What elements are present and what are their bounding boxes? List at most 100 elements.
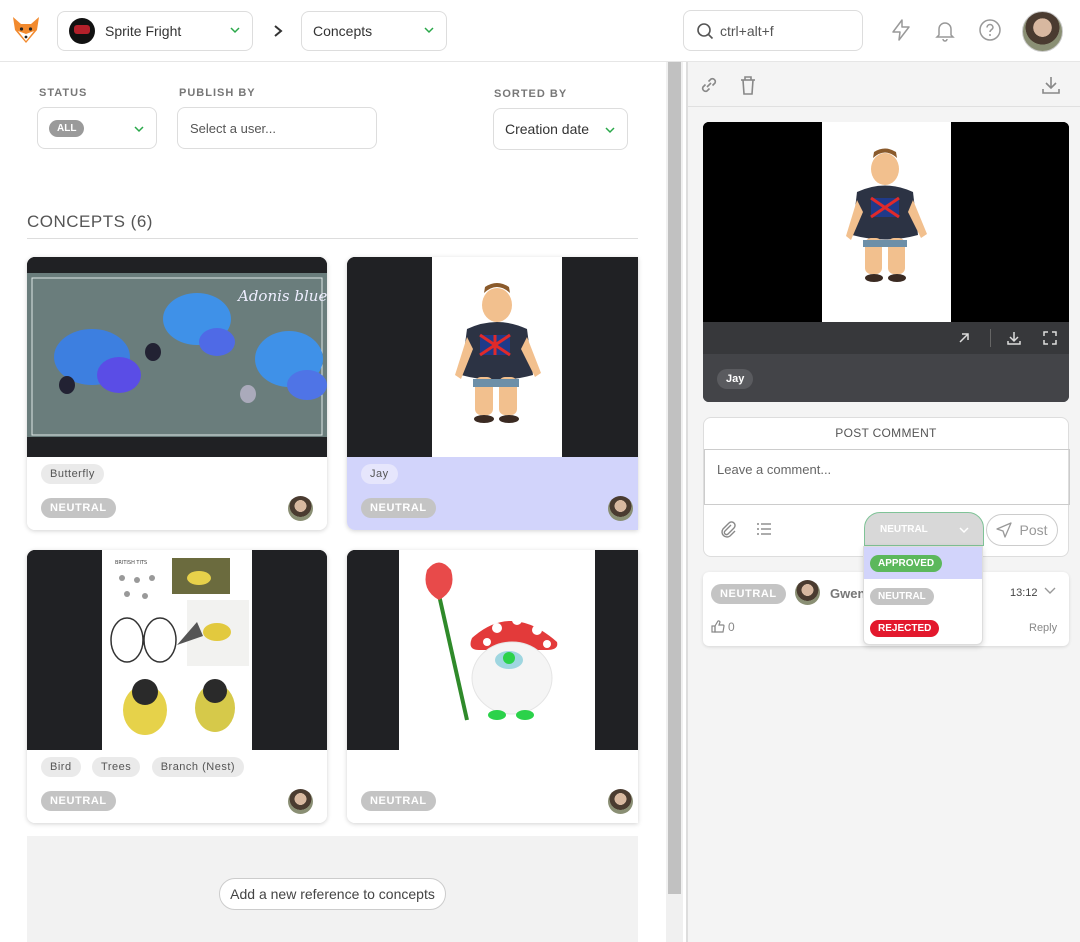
add-reference-area: Add a new reference to concepts bbox=[27, 836, 638, 942]
chevron-right-icon bbox=[274, 25, 283, 37]
status-option-rejected[interactable]: REJECTED bbox=[864, 612, 982, 644]
add-reference-button[interactable]: Add a new reference to concepts bbox=[219, 878, 446, 910]
concepts-section-title: CONCEPTS (6) bbox=[27, 212, 153, 231]
comment-status-select[interactable]: NEUTRAL bbox=[864, 512, 984, 546]
detail-toolbar bbox=[688, 62, 1080, 107]
comment-textarea[interactable]: Leave a comment... bbox=[704, 449, 1070, 505]
tag-chip[interactable]: Butterfly bbox=[41, 464, 104, 484]
thumb-caption: Adonis blue bbox=[236, 287, 327, 305]
like-button[interactable]: 0 bbox=[711, 620, 735, 634]
status-option-neutral[interactable]: NEUTRAL bbox=[864, 580, 982, 612]
sorted-by-select[interactable]: Creation date bbox=[493, 108, 628, 150]
status-filter-select[interactable]: ALL bbox=[37, 107, 157, 149]
card-footer: Jay NEUTRAL bbox=[347, 457, 638, 530]
tag-chip[interactable]: Trees bbox=[92, 757, 141, 777]
comment-author-avatar bbox=[795, 580, 820, 605]
production-select[interactable]: Sprite Fright bbox=[57, 11, 253, 51]
concept-card-bird[interactable]: BRITISH TITS Bird Trees Branch (Nest) NE… bbox=[27, 550, 327, 823]
comment-author: Gwen bbox=[830, 586, 866, 601]
attachment-icon[interactable] bbox=[719, 520, 737, 538]
trash-icon[interactable] bbox=[737, 74, 759, 96]
card-footer: Bird Trees Branch (Nest) NEUTRAL bbox=[27, 750, 327, 823]
tag-chip[interactable]: Branch (Nest) bbox=[151, 757, 245, 777]
section-select[interactable]: Concepts bbox=[301, 11, 447, 51]
card-footer: Butterfly NEUTRAL bbox=[27, 457, 327, 530]
concept-card-butterfly[interactable]: Adonis blue Butterfly NEUTRAL bbox=[27, 257, 327, 530]
post-comment-button[interactable]: Post bbox=[986, 514, 1058, 546]
tag-chip[interactable]: Bird bbox=[41, 757, 81, 777]
chevron-down-icon bbox=[605, 127, 615, 134]
butterfly-sketch-image: Adonis blue bbox=[27, 257, 327, 457]
search-icon bbox=[697, 22, 714, 39]
concepts-scrollbar[interactable] bbox=[666, 62, 683, 942]
user-avatar[interactable] bbox=[1022, 11, 1063, 52]
section-divider bbox=[27, 238, 638, 239]
status-filter-value: ALL bbox=[49, 119, 85, 137]
publish-by-placeholder: Select a user... bbox=[190, 120, 276, 136]
sorted-by-value: Creation date bbox=[505, 121, 590, 137]
chevron-down-icon[interactable] bbox=[1044, 584, 1056, 596]
comment-placeholder: Leave a comment... bbox=[717, 462, 832, 477]
status-badge: NEUTRAL bbox=[361, 498, 436, 518]
download-icon[interactable] bbox=[1040, 74, 1062, 96]
scrollbar-thumb[interactable] bbox=[668, 62, 681, 894]
help-icon[interactable] bbox=[978, 18, 1002, 42]
post-comment-box: POST COMMENT Leave a comment... NEUTRAL … bbox=[703, 417, 1070, 557]
fullscreen-icon[interactable] bbox=[1042, 330, 1058, 346]
search-placeholder: ctrl+alt+f bbox=[720, 22, 774, 39]
section-name: Concepts bbox=[313, 23, 373, 39]
like-count: 0 bbox=[728, 620, 735, 634]
search-input[interactable]: ctrl+alt+f bbox=[683, 10, 863, 51]
control-divider bbox=[990, 329, 991, 347]
kitsu-fox-logo-icon[interactable] bbox=[10, 14, 42, 46]
status-badge: NEUTRAL bbox=[41, 791, 116, 811]
production-name: Sprite Fright bbox=[105, 23, 182, 39]
checklist-icon[interactable] bbox=[756, 521, 772, 537]
preview-image[interactable] bbox=[703, 122, 1069, 322]
thumbs-up-icon bbox=[711, 620, 725, 633]
status-option-label: REJECTED bbox=[870, 620, 940, 637]
author-avatar bbox=[288, 496, 313, 521]
post-label: Post bbox=[1019, 522, 1048, 538]
chevron-down-icon bbox=[134, 126, 144, 133]
publish-by-input[interactable]: Select a user... bbox=[177, 107, 377, 149]
open-external-icon[interactable] bbox=[957, 331, 971, 345]
card-footer: NEUTRAL bbox=[347, 750, 638, 823]
comment-status-badge: NEUTRAL bbox=[711, 584, 786, 604]
concepts-pane: STATUS ALL PUBLISH BY Select a user... S… bbox=[0, 62, 666, 942]
status-option-approved[interactable]: APPROVED bbox=[864, 547, 982, 579]
status-option-label: APPROVED bbox=[870, 555, 943, 572]
concept-thumbnail[interactable] bbox=[347, 550, 638, 750]
concept-thumbnail[interactable] bbox=[347, 257, 638, 457]
preview-meta: Jay bbox=[703, 354, 1069, 402]
concept-detail-pane: Jay POST COMMENT Leave a comment... NEUT… bbox=[688, 62, 1080, 942]
comment-status-value: NEUTRAL bbox=[880, 523, 928, 535]
author-avatar bbox=[608, 496, 633, 521]
jay-character-image bbox=[347, 257, 638, 457]
mushroom-rose-image bbox=[347, 550, 638, 750]
preview-tag-chip[interactable]: Jay bbox=[717, 369, 754, 389]
chevron-down-icon bbox=[424, 27, 434, 34]
concept-card-jay[interactable]: Jay NEUTRAL bbox=[347, 257, 638, 530]
lightning-icon[interactable] bbox=[889, 18, 913, 42]
bell-icon[interactable] bbox=[933, 18, 957, 42]
sorted-by-label: SORTED BY bbox=[494, 88, 568, 100]
author-avatar bbox=[608, 789, 633, 814]
chevron-down-icon bbox=[959, 527, 969, 534]
post-comment-title: POST COMMENT bbox=[835, 426, 937, 440]
tag-chip[interactable]: Jay bbox=[361, 464, 398, 484]
status-dropdown-menu: APPROVED NEUTRAL REJECTED bbox=[863, 546, 983, 645]
concept-preview: Jay bbox=[703, 122, 1069, 402]
production-avatar-icon bbox=[69, 18, 95, 44]
download-icon[interactable] bbox=[1006, 330, 1022, 346]
concept-thumbnail[interactable]: Adonis blue bbox=[27, 257, 327, 457]
concept-card-mushroom[interactable]: NEUTRAL bbox=[347, 550, 638, 823]
link-icon[interactable] bbox=[698, 74, 720, 96]
status-badge: NEUTRAL bbox=[361, 791, 436, 811]
concept-thumbnail[interactable]: BRITISH TITS bbox=[27, 550, 327, 750]
chevron-down-icon bbox=[230, 27, 240, 34]
comment-time: 13:12 bbox=[1010, 587, 1038, 599]
preview-controls bbox=[703, 322, 1069, 354]
bird-sketches-image: BRITISH TITS bbox=[27, 550, 327, 750]
reply-link[interactable]: Reply bbox=[1029, 622, 1057, 634]
